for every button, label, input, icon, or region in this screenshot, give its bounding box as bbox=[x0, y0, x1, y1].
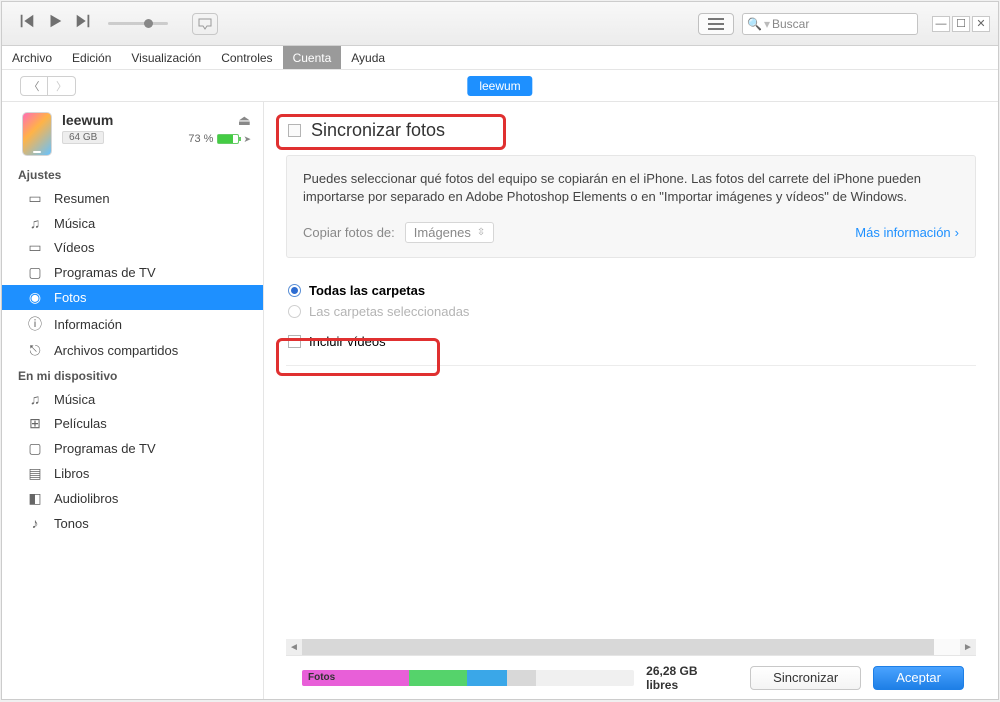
device-capacity: 64 GB bbox=[62, 131, 104, 144]
search-placeholder: Buscar bbox=[772, 17, 809, 31]
menu-archivo[interactable]: Archivo bbox=[2, 46, 62, 69]
menu-controles[interactable]: Controles bbox=[211, 46, 282, 69]
section-header-ajustes: Ajustes bbox=[2, 162, 263, 186]
book-icon: ▤ bbox=[26, 465, 44, 482]
titlebar: 🔍 ▾ Buscar — ☐ ✕ bbox=[2, 2, 998, 46]
music-icon: ♫ bbox=[26, 215, 44, 231]
storage-seg-free bbox=[536, 670, 634, 686]
radio-all-folders[interactable]: Todas las carpetas bbox=[286, 280, 976, 301]
accept-button[interactable]: Aceptar bbox=[873, 666, 964, 690]
next-track-button[interactable] bbox=[74, 12, 92, 35]
radio-selected-folders[interactable]: Las carpetas seleccionadas bbox=[286, 301, 976, 322]
audio-icon: ◧ bbox=[26, 490, 44, 507]
sidebar-item-info[interactable]: ⓘInformación bbox=[2, 310, 263, 338]
battery-icon bbox=[217, 134, 239, 144]
minimize-button[interactable]: — bbox=[932, 16, 950, 32]
sync-photos-title: Sincronizar fotos bbox=[311, 120, 445, 141]
photos-icon: ◉ bbox=[26, 289, 44, 306]
tabbar: 〈 〉 leewum bbox=[2, 70, 998, 102]
menu-cuenta[interactable]: Cuenta bbox=[283, 46, 342, 69]
menu-ayuda[interactable]: Ayuda bbox=[341, 46, 395, 69]
sidebar-item-compartidos[interactable]: ⎋Archivos compartidos bbox=[2, 338, 263, 363]
volume-slider[interactable] bbox=[108, 22, 168, 25]
play-button[interactable] bbox=[46, 12, 64, 35]
sidebar-dev-musica[interactable]: ♫Música bbox=[2, 387, 263, 411]
info-description: Puedes seleccionar qué fotos del equipo … bbox=[303, 170, 959, 206]
storage-seg-other bbox=[467, 670, 508, 686]
bell-icon: ♪ bbox=[26, 515, 44, 531]
nav-forward-button[interactable]: 〉 bbox=[48, 76, 76, 96]
more-info-link[interactable]: Más información › bbox=[855, 225, 959, 240]
sidebar-dev-peliculas[interactable]: ⊞Películas bbox=[2, 411, 263, 436]
device-name: leewum bbox=[62, 112, 178, 128]
storage-seg-apps bbox=[409, 670, 467, 686]
device-header: leewum 64 GB ⏏ 73 % ➤ bbox=[2, 102, 263, 162]
sidebar-dev-audiolibros[interactable]: ◧Audiolibros bbox=[2, 486, 263, 511]
folder-options: Todas las carpetas Las carpetas seleccio… bbox=[286, 280, 976, 366]
include-videos-label: Incluir vídeos bbox=[309, 334, 386, 349]
device-icon bbox=[22, 112, 52, 156]
sidebar-dev-libros[interactable]: ▤Libros bbox=[2, 461, 263, 486]
sidebar-dev-tonos[interactable]: ♪Tonos bbox=[2, 511, 263, 535]
storage-seg-photos: Fotos bbox=[302, 670, 409, 686]
chevron-updown-icon: ⇳ bbox=[477, 227, 485, 238]
video-icon: ▭ bbox=[26, 239, 44, 256]
sidebar-item-videos[interactable]: ▭Vídeos bbox=[2, 235, 263, 260]
share-icon: ⎋ bbox=[26, 342, 44, 359]
eject-button[interactable]: ⏏ bbox=[188, 112, 251, 129]
storage-bar: Fotos bbox=[302, 670, 634, 686]
scroll-right-icon[interactable]: ► bbox=[960, 639, 976, 655]
film-icon: ⊞ bbox=[26, 415, 44, 432]
airplay-button[interactable] bbox=[192, 13, 218, 35]
close-button[interactable]: ✕ bbox=[972, 16, 990, 32]
prev-track-button[interactable] bbox=[18, 12, 36, 35]
music-icon: ♫ bbox=[26, 391, 44, 407]
tv-icon: ▢ bbox=[26, 264, 44, 281]
app-window: 🔍 ▾ Buscar — ☐ ✕ Archivo Edición Visuali… bbox=[1, 1, 999, 700]
radio-off-icon bbox=[288, 305, 301, 318]
sidebar-item-tv[interactable]: ▢Programas de TV bbox=[2, 260, 263, 285]
active-tab[interactable]: leewum bbox=[467, 76, 532, 96]
nav-back-button[interactable]: 〈 bbox=[20, 76, 48, 96]
copy-source-select[interactable]: Imágenes ⇳ bbox=[405, 222, 494, 243]
maximize-button[interactable]: ☐ bbox=[952, 16, 970, 32]
footer: Fotos 26,28 GB libres Sincronizar Acepta… bbox=[286, 655, 976, 699]
include-videos-checkbox[interactable] bbox=[288, 335, 301, 348]
sidebar-item-resumen[interactable]: ▭Resumen bbox=[2, 186, 263, 211]
sync-photos-checkbox[interactable] bbox=[288, 124, 301, 137]
list-view-button[interactable] bbox=[698, 13, 734, 35]
search-input[interactable]: 🔍 ▾ Buscar bbox=[742, 13, 918, 35]
playback-controls bbox=[2, 12, 218, 35]
menu-visualizacion[interactable]: Visualización bbox=[121, 46, 211, 69]
chevron-right-icon: › bbox=[955, 225, 959, 240]
horizontal-scrollbar[interactable]: ◄ ► bbox=[286, 639, 976, 655]
doc-icon: ▭ bbox=[26, 190, 44, 207]
menubar: Archivo Edición Visualización Controles … bbox=[2, 46, 998, 70]
search-icon: 🔍 bbox=[747, 17, 762, 31]
info-icon: ⓘ bbox=[26, 314, 44, 334]
sync-button[interactable]: Sincronizar bbox=[750, 666, 861, 690]
main-pane: Sincronizar fotos Puedes seleccionar qué… bbox=[264, 102, 998, 699]
tv-icon: ▢ bbox=[26, 440, 44, 457]
sidebar-item-musica[interactable]: ♫Música bbox=[2, 211, 263, 235]
storage-seg-system bbox=[507, 670, 536, 686]
section-header-dispositivo: En mi dispositivo bbox=[2, 363, 263, 387]
sidebar-dev-tv[interactable]: ▢Programas de TV bbox=[2, 436, 263, 461]
battery-status: 73 % ➤ bbox=[188, 133, 251, 145]
include-videos-row[interactable]: Incluir vídeos bbox=[286, 322, 976, 349]
scroll-left-icon[interactable]: ◄ bbox=[286, 639, 302, 655]
info-box: Puedes seleccionar qué fotos del equipo … bbox=[286, 155, 976, 258]
sidebar: leewum 64 GB ⏏ 73 % ➤ Ajustes ▭Resumen ♫… bbox=[2, 102, 264, 699]
radio-on-icon bbox=[288, 284, 301, 297]
free-space-label: 26,28 GB libres bbox=[646, 664, 726, 692]
menu-edicion[interactable]: Edición bbox=[62, 46, 121, 69]
sidebar-item-fotos[interactable]: ◉Fotos bbox=[2, 285, 263, 310]
content: leewum 64 GB ⏏ 73 % ➤ Ajustes ▭Resumen ♫… bbox=[2, 102, 998, 699]
copy-from-label: Copiar fotos de: bbox=[303, 225, 395, 240]
